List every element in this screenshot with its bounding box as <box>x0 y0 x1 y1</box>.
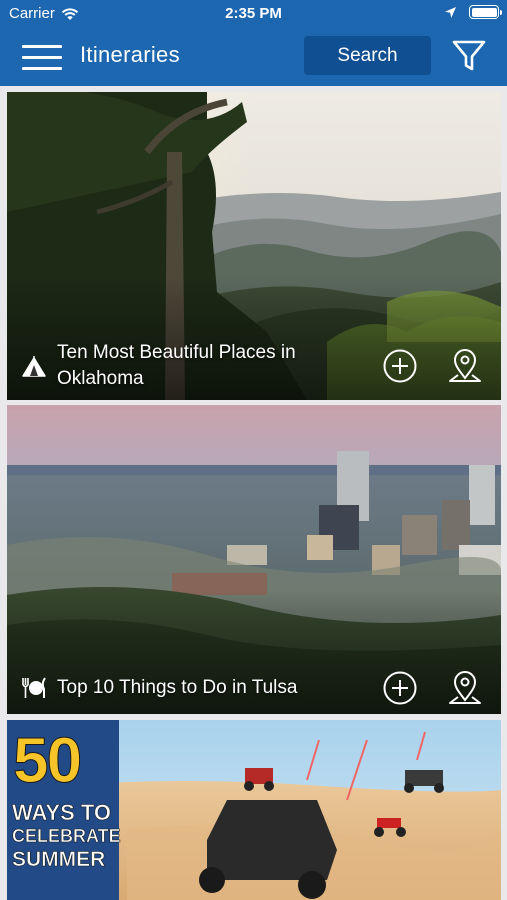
menu-button[interactable] <box>22 43 64 71</box>
navigation-bar: Itineraries Search <box>0 28 507 86</box>
add-itinerary-button[interactable] <box>383 671 417 705</box>
filter-button[interactable] <box>451 38 487 74</box>
promo-line-2: CELEBRATE <box>12 826 121 847</box>
itinerary-title: Top 10 Things to Do in Tulsa <box>57 677 298 698</box>
map-pin-icon <box>449 349 481 382</box>
promo-number: 50 <box>12 724 82 797</box>
plus-circle-icon <box>383 671 417 705</box>
itinerary-photo <box>7 405 501 714</box>
itinerary-title: Ten Most Beautiful Places in Oklahoma <box>57 342 296 389</box>
filter-funnel-icon <box>452 40 486 71</box>
promo-line-1: WAYS TO <box>12 800 112 826</box>
page-title: Itineraries <box>80 42 180 67</box>
add-itinerary-button[interactable] <box>383 349 417 383</box>
battery-icon <box>469 5 502 19</box>
status-bar: Carrier 2:35 PM <box>0 0 507 28</box>
status-time: 2:35 PM <box>225 5 282 22</box>
tent-icon <box>19 351 49 381</box>
view-map-button[interactable] <box>447 348 483 384</box>
plus-circle-icon <box>383 349 417 383</box>
status-right-group <box>444 5 502 19</box>
card-footer: Top 10 Things to Do in Tulsa <box>7 670 501 714</box>
search-button[interactable]: Search <box>304 36 431 75</box>
hamburger-menu-icon <box>22 45 62 48</box>
dining-icon <box>19 673 49 703</box>
location-arrow-icon <box>445 6 456 18</box>
view-map-button[interactable] <box>447 670 483 706</box>
itinerary-card[interactable]: Top 10 Things to Do in Tulsa <box>7 405 501 714</box>
itinerary-card[interactable]: 50 WAYS TO CELEBRATE SUMMER <box>7 720 501 900</box>
card-footer: Ten Most Beautiful Places in Oklahoma <box>7 340 501 400</box>
itinerary-card[interactable]: Ten Most Beautiful Places in Oklahoma <box>7 92 501 400</box>
map-pin-icon <box>449 671 481 704</box>
promo-line-3: SUMMER <box>12 848 106 872</box>
promo-badge: 50 WAYS TO CELEBRATE SUMMER <box>7 720 121 900</box>
